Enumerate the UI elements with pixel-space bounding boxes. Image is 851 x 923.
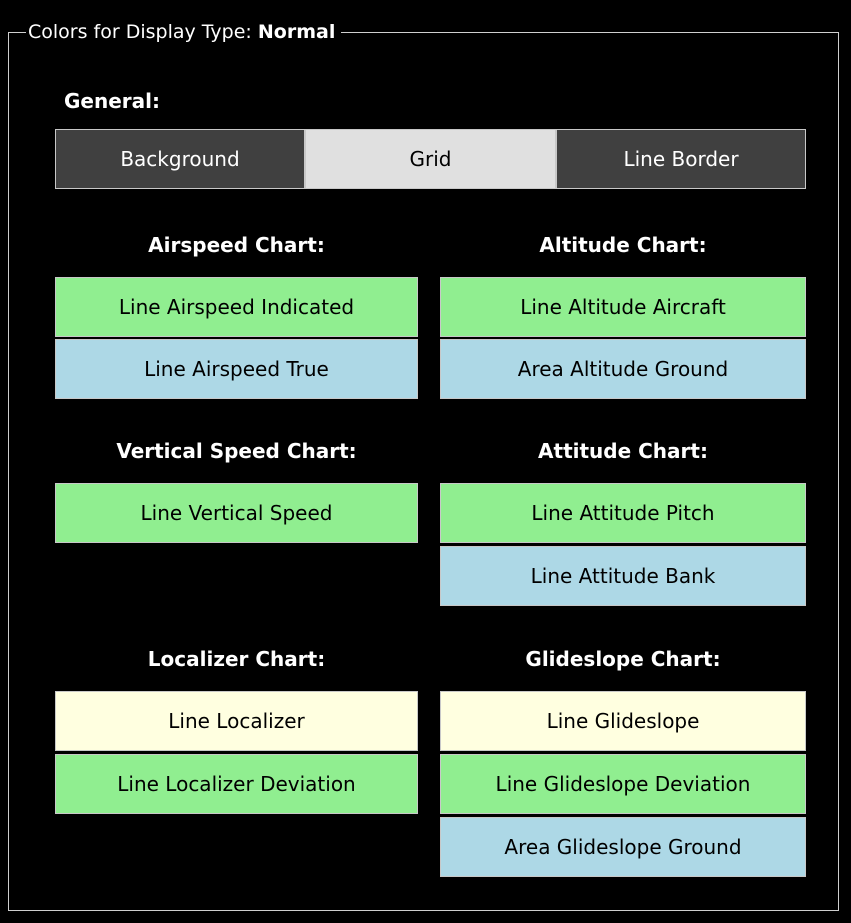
line-localizer-deviation-button[interactable]: Line Localizer Deviation <box>55 754 418 814</box>
background-color-button[interactable]: Background <box>55 129 305 189</box>
area-glideslope-ground-button[interactable]: Area Glideslope Ground <box>440 817 806 877</box>
line-border-color-button[interactable]: Line Border <box>556 129 806 189</box>
line-glideslope-deviation-button[interactable]: Line Glideslope Deviation <box>440 754 806 814</box>
grid-color-button[interactable]: Grid <box>305 129 556 189</box>
altitude-chart-title: Altitude Chart: <box>539 233 707 257</box>
airspeed-chart-title: Airspeed Chart: <box>148 233 325 257</box>
glideslope-chart-title: Glideslope Chart: <box>525 647 721 671</box>
line-glideslope-button[interactable]: Line Glideslope <box>440 691 806 751</box>
line-attitude-bank-button[interactable]: Line Attitude Bank <box>440 546 806 606</box>
line-vertical-speed-button[interactable]: Line Vertical Speed <box>55 483 418 543</box>
line-attitude-pitch-button[interactable]: Line Attitude Pitch <box>440 483 806 543</box>
general-title: General: <box>64 89 160 113</box>
area-altitude-ground-button[interactable]: Area Altitude Ground <box>440 339 806 399</box>
line-localizer-button[interactable]: Line Localizer <box>55 691 418 751</box>
vertical-speed-chart-title: Vertical Speed Chart: <box>116 439 357 463</box>
attitude-chart-title: Attitude Chart: <box>538 439 708 463</box>
display-type-value: Normal <box>257 21 336 43</box>
line-airspeed-true-button[interactable]: Line Airspeed True <box>55 339 418 399</box>
group-legend: Colors for Display Type: Normal <box>26 20 342 44</box>
line-altitude-aircraft-button[interactable]: Line Altitude Aircraft <box>440 277 806 337</box>
group-label: Colors for Display Type: <box>28 21 252 43</box>
line-airspeed-indicated-button[interactable]: Line Airspeed Indicated <box>55 277 418 337</box>
localizer-chart-title: Localizer Chart: <box>147 647 326 671</box>
